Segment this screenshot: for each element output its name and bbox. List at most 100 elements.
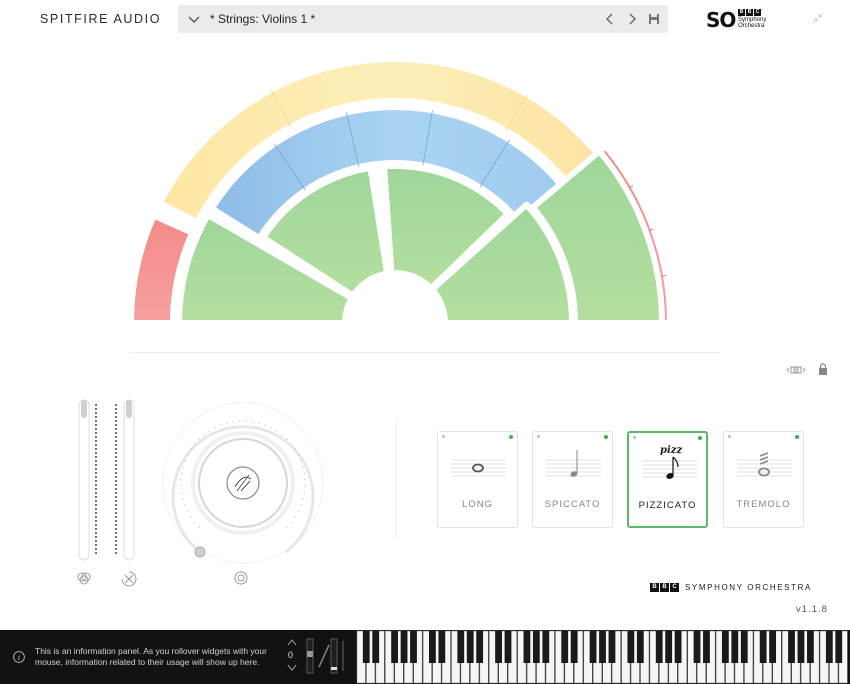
- piano-black-key[interactable]: [608, 631, 616, 663]
- preset-selector[interactable]: * Strings: Violins 1 *: [178, 5, 668, 33]
- reverb-icon[interactable]: [234, 571, 248, 585]
- piano-black-key[interactable]: [807, 631, 814, 663]
- expression-fader[interactable]: [123, 399, 135, 561]
- piano-black-key[interactable]: [769, 631, 777, 663]
- piano-black-key[interactable]: [495, 631, 502, 663]
- chevron-left-icon[interactable]: [602, 11, 618, 27]
- chevron-down-icon[interactable]: [186, 11, 202, 27]
- keyboard-range-icon[interactable]: [786, 365, 806, 375]
- controls-divider: [396, 418, 397, 538]
- mixer-controls[interactable]: [60, 395, 360, 595]
- articulation-label: TREMOLO: [736, 499, 791, 510]
- spiccato-note-icon: [546, 450, 601, 477]
- info-panel-text: This is an information panel. As you rol…: [35, 646, 267, 667]
- piano-black-key[interactable]: [740, 631, 748, 663]
- pizzicato-note-icon: pizz: [642, 445, 697, 479]
- piano-black-key[interactable]: [466, 631, 474, 663]
- piano-black-key[interactable]: [476, 631, 484, 663]
- footer-bbc-letter: B: [650, 583, 659, 592]
- piano-black-key[interactable]: [438, 631, 446, 663]
- logo-bbc-boxes: B B C: [738, 9, 761, 16]
- piano-black-key[interactable]: [532, 631, 540, 663]
- piano-black-key[interactable]: [797, 631, 805, 663]
- articulation-indicator: [442, 435, 445, 438]
- footer-logo-text: SYMPHONY ORCHESTRA: [685, 583, 812, 592]
- piano-black-key[interactable]: [759, 631, 767, 663]
- articulation-loaded-dot: [698, 436, 702, 440]
- dynamics-fader-scale: [95, 404, 97, 554]
- lock-icon[interactable]: [818, 363, 828, 375]
- articulation-label: SPICCATO: [544, 499, 601, 510]
- articulation-loaded-dot: [795, 435, 799, 439]
- octave-down-icon[interactable]: [287, 664, 297, 672]
- articulation-tremolo[interactable]: TREMOLO: [723, 431, 804, 528]
- piano-black-key[interactable]: [372, 631, 380, 663]
- articulation-label: LONG: [462, 499, 493, 510]
- footer-bbc-boxes: B B C: [650, 583, 679, 592]
- preset-name[interactable]: * Strings: Violins 1 *: [210, 12, 315, 26]
- articulation-loaded-dot: [509, 435, 513, 439]
- piano-keyboard[interactable]: [355, 630, 850, 684]
- articulation-indicator: [633, 436, 636, 439]
- pitch-mod-wheels[interactable]: [305, 637, 349, 675]
- piano-black-key[interactable]: [731, 631, 739, 663]
- piano-black-key[interactable]: [825, 631, 833, 663]
- piano-black-key[interactable]: [703, 631, 710, 663]
- articulation-indicator: [728, 435, 731, 438]
- piano-black-key[interactable]: [523, 631, 531, 663]
- tremolo-note-icon: [737, 452, 792, 477]
- info-icon: i: [13, 651, 25, 663]
- piano-black-key[interactable]: [504, 631, 512, 663]
- piano-black-key[interactable]: [570, 631, 578, 663]
- footer-logo: B B C SYMPHONY ORCHESTRA: [650, 583, 812, 592]
- articulation-pizzicato[interactable]: pizz PIZZICATO: [627, 431, 708, 528]
- piano-black-key[interactable]: [636, 631, 644, 663]
- reverb-dial[interactable]: [162, 402, 324, 564]
- piano-black-key[interactable]: [561, 631, 569, 663]
- octave-value: 0: [288, 650, 294, 660]
- svg-text:i: i: [18, 654, 20, 662]
- piano-black-key[interactable]: [589, 631, 597, 663]
- save-icon[interactable]: [646, 11, 662, 27]
- piano-black-key[interactable]: [665, 631, 673, 663]
- pizz-marking: pizz: [660, 445, 682, 456]
- articulation-long[interactable]: LONG: [437, 431, 518, 528]
- logo-so-text: SO: [706, 8, 736, 32]
- articulation-label: PIZZICATO: [638, 500, 697, 511]
- piano-black-key[interactable]: [362, 631, 370, 663]
- footer-bbc-letter: B: [660, 583, 669, 592]
- piano-black-key[interactable]: [599, 631, 606, 663]
- articulation-spiccato[interactable]: SPICCATO: [532, 431, 613, 528]
- piano-black-key[interactable]: [788, 631, 795, 663]
- articulation-loaded-dot: [604, 435, 608, 439]
- piano-black-key[interactable]: [410, 631, 417, 663]
- piano-black-key[interactable]: [542, 631, 550, 663]
- piano-black-key[interactable]: [429, 631, 436, 663]
- footer-bbc-letter: C: [670, 583, 679, 592]
- piano-black-key[interactable]: [721, 631, 729, 663]
- bbc-so-logo: SO B B C Symphony Orchestra: [706, 7, 780, 32]
- piano-black-key[interactable]: [693, 631, 701, 663]
- piano-black-key[interactable]: [627, 631, 635, 663]
- octave-up-icon[interactable]: [287, 638, 297, 646]
- expression-icon[interactable]: [121, 571, 137, 587]
- long-note-icon: [451, 459, 506, 477]
- piano-black-key[interactable]: [457, 631, 465, 663]
- piano-black-key[interactable]: [655, 631, 663, 663]
- stage-divider: [130, 352, 720, 353]
- orchestra-layout[interactable]: [120, 50, 730, 340]
- logo-bbc-letter: B: [746, 9, 753, 16]
- dynamics-icon[interactable]: [77, 572, 91, 585]
- dynamics-fader[interactable]: [78, 399, 90, 561]
- logo-line-2: Orchestra: [738, 23, 765, 29]
- piano-black-key[interactable]: [391, 631, 399, 663]
- expression-fader-scale: [115, 404, 117, 554]
- piano-black-key[interactable]: [674, 631, 682, 663]
- piano-black-key[interactable]: [400, 631, 408, 663]
- brand-title: SPITFIRE AUDIO: [40, 12, 162, 26]
- piano-black-key[interactable]: [835, 631, 843, 663]
- collapse-icon[interactable]: [812, 12, 824, 24]
- version-label: v1.1.8: [796, 604, 828, 615]
- chevron-right-icon[interactable]: [624, 11, 640, 27]
- articulation-indicator: [537, 435, 540, 438]
